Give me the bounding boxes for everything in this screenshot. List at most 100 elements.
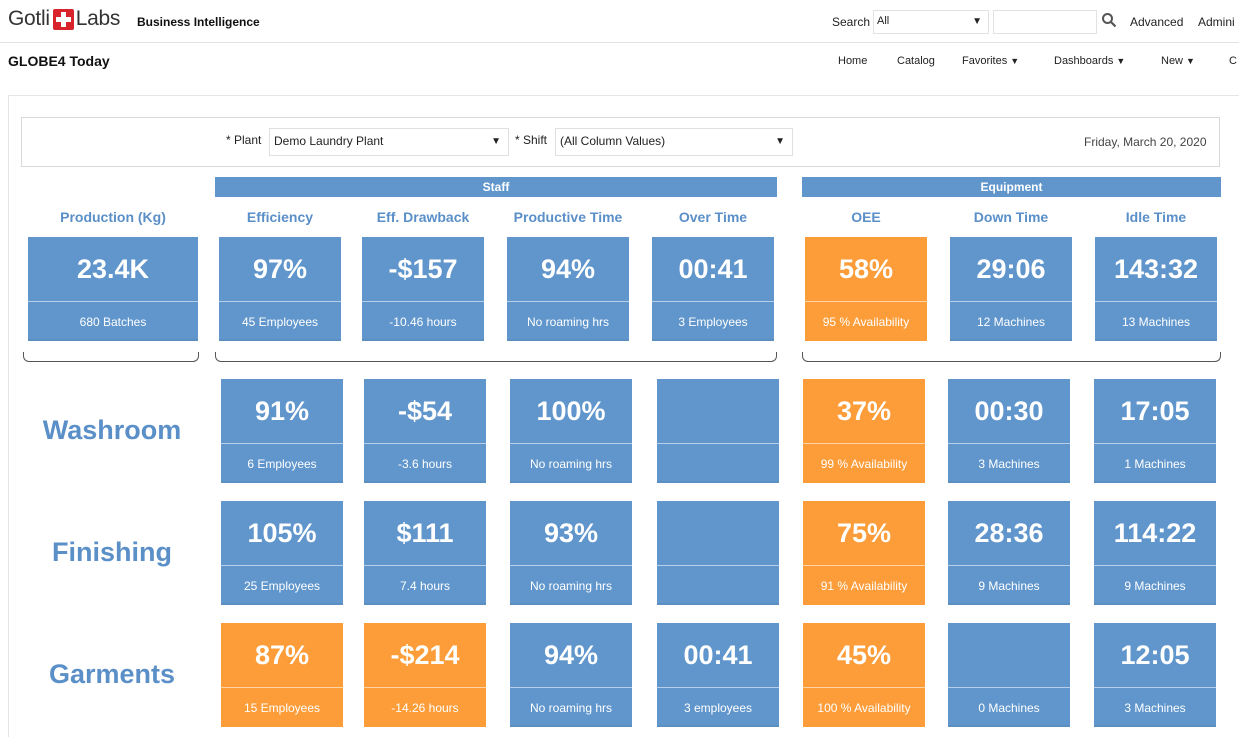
- kpi-tile-finishing-oee[interactable]: 75% 91 % Availability: [803, 501, 925, 605]
- app-name: Business Intelligence: [137, 15, 260, 29]
- kpi-tile-production[interactable]: 23.4K 680 Batches: [28, 237, 198, 341]
- kpi-value: 58%: [838, 253, 894, 284]
- kpi-value: $111: [396, 517, 454, 548]
- kpi-value: [948, 623, 1070, 687]
- kpi-subtext: 100 % Availability: [803, 687, 925, 727]
- chevron-down-icon: ▼: [1186, 56, 1195, 66]
- nav-more[interactable]: C: [1229, 55, 1237, 67]
- kpi-subtext: 6 Employees: [221, 443, 343, 483]
- kpi-subtext: 1 Machines: [1094, 443, 1216, 483]
- kpi-tile-finishing-idle-time[interactable]: 114:22 9 Machines: [1094, 501, 1216, 605]
- dropdown-arrow-icon: ▼: [775, 136, 785, 147]
- nav-favorites[interactable]: Favorites ▼: [962, 55, 1019, 67]
- col-header-drawback: Eff. Drawback: [376, 209, 470, 225]
- shift-label: * Shift: [515, 133, 548, 147]
- kpi-subtext: 12 Machines: [950, 301, 1072, 341]
- kpi-tile-garments-productive-time[interactable]: 94% No roaming hrs: [510, 623, 632, 727]
- staff-group-header: Staff: [215, 177, 777, 197]
- row-label-garments: Garments: [48, 659, 176, 689]
- kpi-tile-washroom-efficiency[interactable]: 91% 6 Employees: [221, 379, 343, 483]
- kpi-tile-washroom-idle-time[interactable]: 17:05 1 Machines: [1094, 379, 1216, 483]
- nav-favorites-label: Favorites: [962, 55, 1008, 67]
- swiss-cross-icon: [52, 8, 74, 30]
- nav-new-label: New: [1161, 55, 1184, 67]
- search-input[interactable]: [993, 10, 1097, 34]
- kpi-tile-down-time[interactable]: 29:06 12 Machines: [950, 237, 1072, 341]
- equipment-group-divider: [802, 352, 1221, 362]
- logo-text-left: Gotli: [8, 7, 50, 30]
- kpi-value: 29:06: [976, 253, 1046, 284]
- kpi-value: 114:22: [1113, 517, 1197, 548]
- kpi-value: 12:05: [1120, 639, 1190, 670]
- col-header-efficiency: Efficiency: [246, 209, 314, 225]
- col-header-oee: OEE: [851, 209, 881, 225]
- kpi-value: 100%: [536, 395, 606, 426]
- kpi-subtext: No roaming hrs: [510, 565, 632, 605]
- kpi-tile-finishing-over-time[interactable]: [657, 501, 779, 605]
- kpi-subtext: -14.26 hours: [364, 687, 486, 727]
- nav-new[interactable]: New ▼: [1161, 55, 1195, 67]
- dropdown-arrow-icon: ▼: [972, 16, 982, 27]
- kpi-value: 94%: [543, 639, 599, 670]
- search-scope-value: All: [877, 15, 890, 27]
- plant-select[interactable]: Demo Laundry Plant ▼: [269, 128, 509, 156]
- kpi-subtext: 3 Employees: [652, 301, 774, 341]
- current-date: Friday, March 20, 2020: [1084, 135, 1207, 149]
- kpi-subtext: -3.6 hours: [364, 443, 486, 483]
- nav-catalog[interactable]: Catalog: [897, 55, 935, 67]
- kpi-tile-productive-time[interactable]: 94% No roaming hrs: [507, 237, 629, 341]
- kpi-value: 94%: [540, 253, 596, 284]
- kpi-tile-washroom-oee[interactable]: 37% 99 % Availability: [803, 379, 925, 483]
- kpi-tile-finishing-efficiency[interactable]: 105% 25 Employees: [221, 501, 343, 605]
- kpi-tile-washroom-down-time[interactable]: 00:30 3 Machines: [948, 379, 1070, 483]
- equipment-group-header: Equipment: [802, 177, 1221, 197]
- search-scope-select[interactable]: All ▼: [873, 10, 989, 34]
- advanced-search-link[interactable]: Advanced: [1130, 15, 1183, 29]
- shift-select[interactable]: (All Column Values) ▼: [555, 128, 793, 156]
- nav-home[interactable]: Home: [838, 55, 867, 67]
- kpi-tile-over-time[interactable]: 00:41 3 Employees: [652, 237, 774, 341]
- kpi-subtext: -10.46 hours: [362, 301, 484, 341]
- row-label-finishing: Finishing: [52, 537, 172, 567]
- kpi-tile-washroom-productive-time[interactable]: 100% No roaming hrs: [510, 379, 632, 483]
- kpi-value: 17:05: [1120, 395, 1190, 426]
- kpi-value: [657, 379, 779, 443]
- kpi-tile-garments-down-time[interactable]: 0 Machines: [948, 623, 1070, 727]
- kpi-tile-finishing-drawback[interactable]: $111 7.4 hours: [364, 501, 486, 605]
- kpi-value: 97%: [252, 253, 308, 284]
- kpi-tile-idle-time[interactable]: 143:32 13 Machines: [1095, 237, 1217, 341]
- kpi-tile-finishing-productive-time[interactable]: 93% No roaming hrs: [510, 501, 632, 605]
- kpi-value: -$214: [390, 639, 460, 670]
- kpi-tile-garments-idle-time[interactable]: 12:05 3 Machines: [1094, 623, 1216, 727]
- kpi-value: 91%: [254, 395, 310, 426]
- nav-dashboards[interactable]: Dashboards ▼: [1054, 55, 1125, 67]
- kpi-tile-garments-efficiency[interactable]: 87% 15 Employees: [221, 623, 343, 727]
- row-label-washroom: Washroom: [42, 415, 182, 445]
- kpi-subtext: 45 Employees: [219, 301, 341, 341]
- page-bar: GLOBE4 Today Home Catalog Favorites ▼ Das…: [0, 43, 1239, 95]
- kpi-tile-garments-over-time[interactable]: 00:41 3 employees: [657, 623, 779, 727]
- kpi-tile-oee[interactable]: 58% 95 % Availability: [805, 237, 927, 341]
- kpi-subtext: 13 Machines: [1095, 301, 1217, 341]
- shift-value: (All Column Values): [560, 134, 666, 148]
- chevron-down-icon: ▼: [1116, 56, 1126, 66]
- kpi-subtext: 99 % Availability: [803, 443, 925, 483]
- kpi-subtext: 9 Machines: [1094, 565, 1216, 605]
- kpi-tile-washroom-over-time[interactable]: [657, 379, 779, 483]
- production-group-divider: [23, 352, 199, 362]
- search-icon[interactable]: [1101, 12, 1117, 28]
- plant-value: Demo Laundry Plant: [274, 134, 384, 148]
- gotli-labs-logo[interactable]: Gotli Labs: [8, 7, 120, 31]
- kpi-tile-finishing-down-time[interactable]: 28:36 9 Machines: [948, 501, 1070, 605]
- col-header-over-time: Over Time: [678, 209, 748, 225]
- kpi-tile-washroom-drawback[interactable]: -$54 -3.6 hours: [364, 379, 486, 483]
- chevron-down-icon: ▼: [1010, 56, 1020, 66]
- kpi-tile-drawback[interactable]: -$157 -10.46 hours: [362, 237, 484, 341]
- kpi-subtext: 95 % Availability: [805, 301, 927, 341]
- col-header-down-time: Down Time: [973, 209, 1049, 225]
- kpi-tile-garments-oee[interactable]: 45% 100 % Availability: [803, 623, 925, 727]
- kpi-tile-garments-drawback[interactable]: -$214 -14.26 hours: [364, 623, 486, 727]
- kpi-tile-efficiency[interactable]: 97% 45 Employees: [219, 237, 341, 341]
- administration-link[interactable]: Admini: [1198, 15, 1235, 29]
- kpi-subtext: 91 % Availability: [803, 565, 925, 605]
